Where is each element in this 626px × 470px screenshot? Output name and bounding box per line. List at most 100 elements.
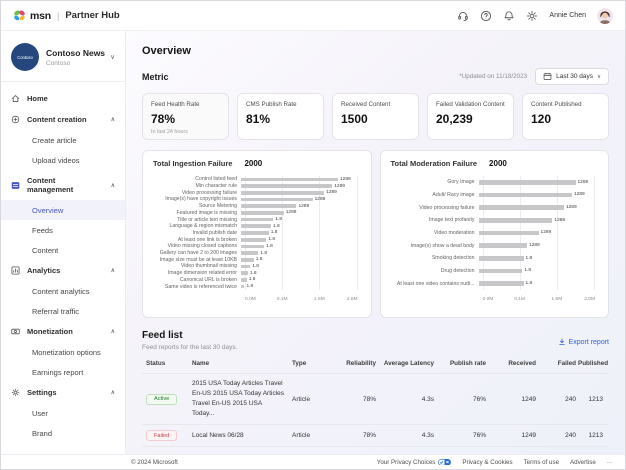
more-link[interactable]: ··· bbox=[607, 459, 613, 466]
chart-bar-row: At least one link is broken1.8 bbox=[153, 236, 357, 243]
sidebar-item-content-creation[interactable]: Content creation∧ bbox=[1, 109, 125, 130]
help-icon[interactable] bbox=[480, 10, 492, 22]
bar bbox=[241, 245, 264, 249]
date-range-dropdown[interactable]: Last 30 days ∨ bbox=[535, 68, 609, 85]
chart-rows: Gory Image1289Adult/ Racy image1289Video… bbox=[391, 176, 595, 290]
sidebar-group-label: Settings bbox=[27, 388, 57, 397]
metric-card-value: 20,239 bbox=[436, 112, 505, 126]
notifications-icon[interactable] bbox=[503, 10, 515, 22]
bar-value: 1289 bbox=[574, 192, 585, 197]
settings-icon bbox=[11, 388, 20, 397]
sidebar-item-referral-traffic[interactable]: Referral traffic bbox=[1, 301, 125, 321]
sidebar-item-settings[interactable]: Settings∧ bbox=[1, 382, 125, 403]
sidebar-item-monetization-options[interactable]: Monetization options bbox=[1, 342, 125, 362]
chart-bar-row: Same video is referenced twice 1.8 bbox=[153, 283, 357, 290]
bar-track: 1289 bbox=[241, 204, 357, 209]
bar-track: 1289 bbox=[241, 177, 357, 182]
bar-track: 1289 bbox=[479, 180, 595, 185]
footer-link-label: Terms of use bbox=[524, 459, 559, 466]
bar-label: Video thumbnail missing bbox=[153, 263, 241, 269]
bar-value: 1.8 bbox=[268, 237, 275, 242]
sidebar-item-home[interactable]: Home bbox=[1, 88, 125, 109]
type-cell: Article bbox=[292, 396, 334, 403]
bar-value: 1289 bbox=[578, 180, 589, 185]
privacy-cookies-link[interactable]: Privacy & Cookies bbox=[462, 459, 512, 466]
gridline bbox=[357, 176, 358, 290]
metric-card-value: 120 bbox=[531, 112, 600, 126]
bar-label: Smoking detection bbox=[391, 255, 479, 261]
sidebar-item-analytics[interactable]: Analytics∧ bbox=[1, 260, 125, 281]
feed-name-cell: 2015 USA Today Articles Travel En-US 201… bbox=[192, 379, 292, 419]
bar-track: 1289 bbox=[479, 205, 595, 210]
bar-value: 1.8 bbox=[252, 264, 259, 269]
user-avatar[interactable] bbox=[597, 8, 613, 24]
privacy-choices-link[interactable]: Your Privacy Choices bbox=[377, 459, 452, 466]
footer-link-label: Your Privacy Choices bbox=[377, 459, 436, 466]
publish_rate-cell: 76% bbox=[436, 396, 488, 403]
bar-value: 1.8 bbox=[246, 284, 253, 289]
bar-value: 1.8 bbox=[249, 277, 256, 282]
status-cell: Failed bbox=[146, 430, 192, 441]
bar-value: 1289 bbox=[315, 197, 326, 202]
bar-label: Min character rule bbox=[153, 183, 241, 189]
bar-value: 1289 bbox=[334, 184, 345, 189]
bar-label: Same video is referenced twice bbox=[153, 284, 241, 290]
bar-label: Video processing failure bbox=[391, 205, 479, 211]
chart-bar-row: At least one video contains nudi...1.8 bbox=[391, 277, 595, 290]
sidebar-item-user[interactable]: User bbox=[1, 403, 125, 423]
metric-card-label: CMS Publish Rate bbox=[246, 101, 315, 108]
bar-value: 1289 bbox=[286, 210, 297, 215]
sidebar-item-content-management[interactable]: Content management∧ bbox=[1, 170, 125, 200]
updated-timestamp: *Updated on 11/18/2023 bbox=[459, 73, 527, 80]
advertise-link[interactable]: Advertise bbox=[570, 459, 596, 466]
footer: © 2024 Microsoft Your Privacy ChoicesPri… bbox=[1, 454, 625, 469]
feed-list-title: Feed list bbox=[142, 330, 237, 341]
bar-label: Video moderation bbox=[391, 230, 479, 236]
bar-track: 1289 bbox=[241, 190, 357, 195]
sidebar-item-feeds[interactable]: Feeds bbox=[1, 220, 125, 240]
reliability-cell: 78% bbox=[334, 396, 378, 403]
published-cell: 1213 bbox=[578, 396, 605, 403]
sidebar-item-create-article[interactable]: Create article bbox=[1, 130, 125, 150]
chart-x-axis: 0.0M0.1M1.5M2.0M bbox=[483, 292, 595, 302]
chart-bar-row: Gallery can have 2 to 200 images1.8 bbox=[153, 250, 357, 257]
sidebar-item-content[interactable]: Content bbox=[1, 240, 125, 260]
feed-table: StatusNameTypeReliabilityAverage Latency… bbox=[142, 355, 609, 447]
bar bbox=[241, 224, 271, 228]
bar-track: 1.8 bbox=[241, 264, 357, 269]
sidebar-item-upload-videos[interactable]: Upload videos bbox=[1, 150, 125, 170]
chevron-up-icon: ∧ bbox=[111, 116, 115, 123]
publish_rate-cell: 76% bbox=[436, 432, 488, 439]
chart-bar-row: Adult/ Racy image1289 bbox=[391, 189, 595, 202]
sidebar-item-overview[interactable]: Overview bbox=[1, 200, 125, 220]
bar-track: 1.8 bbox=[241, 217, 357, 222]
support-icon[interactable] bbox=[457, 10, 469, 22]
published-cell: 1213 bbox=[578, 432, 605, 439]
org-switcher[interactable]: Contoso Contoso News Contoso ∨ bbox=[1, 41, 125, 81]
metric-card-failed-validation-content: Failed Validation Content20,239 bbox=[427, 93, 514, 140]
sidebar-item-content-analytics[interactable]: Content analytics bbox=[1, 281, 125, 301]
terms-of-use-link[interactable]: Terms of use bbox=[524, 459, 559, 466]
bar-label: Control listed feed bbox=[153, 176, 241, 182]
axis-tick: 0.0M bbox=[483, 297, 494, 302]
chart-bar-row: Canonical URL is broken1.8 bbox=[153, 277, 357, 284]
bar-label: Image text profanity bbox=[391, 217, 479, 223]
column-header-received: Received bbox=[488, 360, 538, 367]
column-header-published: Published bbox=[578, 360, 610, 367]
sidebar-item-earnings-report[interactable]: Earnings report bbox=[1, 362, 125, 382]
bar-track: 1.8 bbox=[241, 230, 357, 235]
bar bbox=[241, 271, 248, 275]
settings-icon[interactable] bbox=[526, 10, 538, 22]
bar-track: 1.8 bbox=[241, 237, 357, 242]
received-cell: 1249 bbox=[488, 396, 538, 403]
sidebar-item-monetization[interactable]: Monetization∧ bbox=[1, 321, 125, 342]
sidebar-item-brand[interactable]: Brand bbox=[1, 423, 125, 443]
chart-header: Total Moderation Failure2000 bbox=[391, 159, 599, 168]
export-report-link[interactable]: Export report bbox=[558, 338, 609, 346]
feed-list-titles: Feed list Feed reports for the last 30 d… bbox=[142, 330, 237, 351]
bar-track: 1289 bbox=[241, 184, 357, 189]
chart-bar-row: Language & region mismatch1.8 bbox=[153, 223, 357, 230]
latency-cell: 4.3s bbox=[378, 396, 436, 403]
chart-bar-row: Image dimension related error1.8 bbox=[153, 270, 357, 277]
type-cell: Article bbox=[292, 432, 334, 439]
